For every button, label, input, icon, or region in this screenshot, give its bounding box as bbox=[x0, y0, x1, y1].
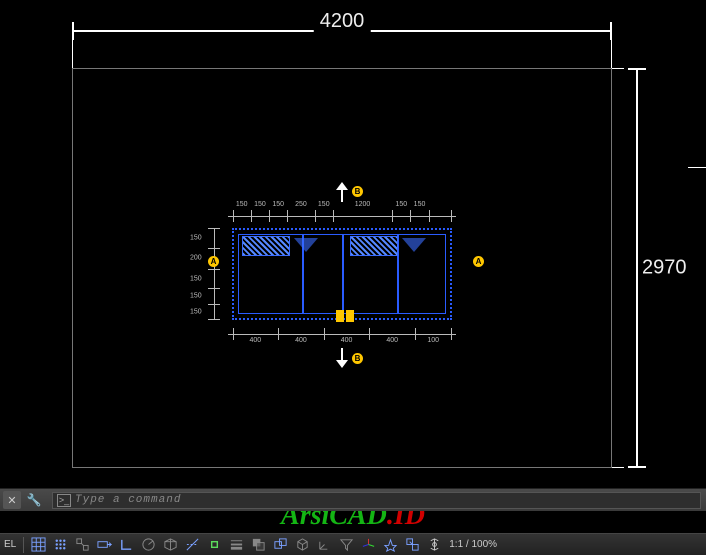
selection-cycling-icon[interactable] bbox=[271, 536, 289, 554]
polar-tracking-icon[interactable] bbox=[139, 536, 157, 554]
grid-marker-a-right[interactable]: A bbox=[473, 256, 484, 267]
grid-marker-a-left[interactable]: A bbox=[208, 256, 219, 267]
annotation-scale-value[interactable]: 1:1 / 100% bbox=[449, 539, 497, 550]
dynamic-ucs-icon[interactable] bbox=[315, 536, 333, 554]
selection-filtering-icon[interactable] bbox=[337, 536, 355, 554]
annotation-visibility-icon[interactable] bbox=[381, 536, 399, 554]
ortho-mode-icon[interactable] bbox=[117, 536, 135, 554]
dynamic-input-icon[interactable] bbox=[95, 536, 113, 554]
grid-marker-b-top[interactable]: B bbox=[352, 186, 363, 197]
annotation-scale-icon[interactable] bbox=[425, 536, 443, 554]
command-prompt-icon: >_ bbox=[57, 494, 71, 507]
snap-mode-icon[interactable] bbox=[51, 536, 69, 554]
gizmo-icon[interactable] bbox=[359, 536, 377, 554]
command-line-bar: ✕ 🔧 >_ Type a command bbox=[0, 488, 706, 511]
status-bar: EL 1:1 / 100% bbox=[0, 533, 706, 555]
selection-grip[interactable] bbox=[336, 310, 344, 322]
object-snap-2d-icon[interactable] bbox=[205, 536, 223, 554]
grid-marker-b-bottom[interactable]: B bbox=[352, 353, 363, 364]
command-placeholder: Type a command bbox=[75, 494, 181, 506]
transparency-icon[interactable] bbox=[249, 536, 267, 554]
infer-constraints-icon[interactable] bbox=[73, 536, 91, 554]
isometric-drafting-icon[interactable] bbox=[161, 536, 179, 554]
wrench-icon[interactable]: 🔧 bbox=[24, 491, 44, 509]
command-input[interactable]: >_ Type a command bbox=[52, 492, 701, 509]
dimension-height-value: 2970 bbox=[642, 257, 687, 280]
left-dimension-chain: 150 200 150 150 150 bbox=[194, 228, 224, 320]
drawing-canvas[interactable]: 4200 2970 150 150 150 250 150 1200 150 1… bbox=[0, 0, 706, 488]
dimension-height: 2970 bbox=[624, 68, 654, 468]
top-dimension-chain: 150 150 150 250 150 1200 150 150 bbox=[228, 204, 456, 224]
model-tab-label[interactable]: EL bbox=[4, 539, 16, 550]
dimension-width: 4200 bbox=[72, 18, 612, 48]
grid-display-icon[interactable] bbox=[29, 536, 47, 554]
close-icon[interactable]: ✕ bbox=[3, 491, 21, 509]
lineweight-icon[interactable] bbox=[227, 536, 245, 554]
selection-grip[interactable] bbox=[346, 310, 354, 322]
autoscale-icon[interactable] bbox=[403, 536, 421, 554]
bottom-dimension-chain: 400 400 400 400 100 bbox=[228, 326, 456, 346]
dimension-width-value: 4200 bbox=[314, 10, 371, 33]
object-snap-tracking-icon[interactable] bbox=[183, 536, 201, 554]
object-snap-3d-icon[interactable] bbox=[293, 536, 311, 554]
floor-plan-drawing[interactable]: 150 150 150 250 150 1200 150 150 400 400… bbox=[232, 228, 452, 320]
